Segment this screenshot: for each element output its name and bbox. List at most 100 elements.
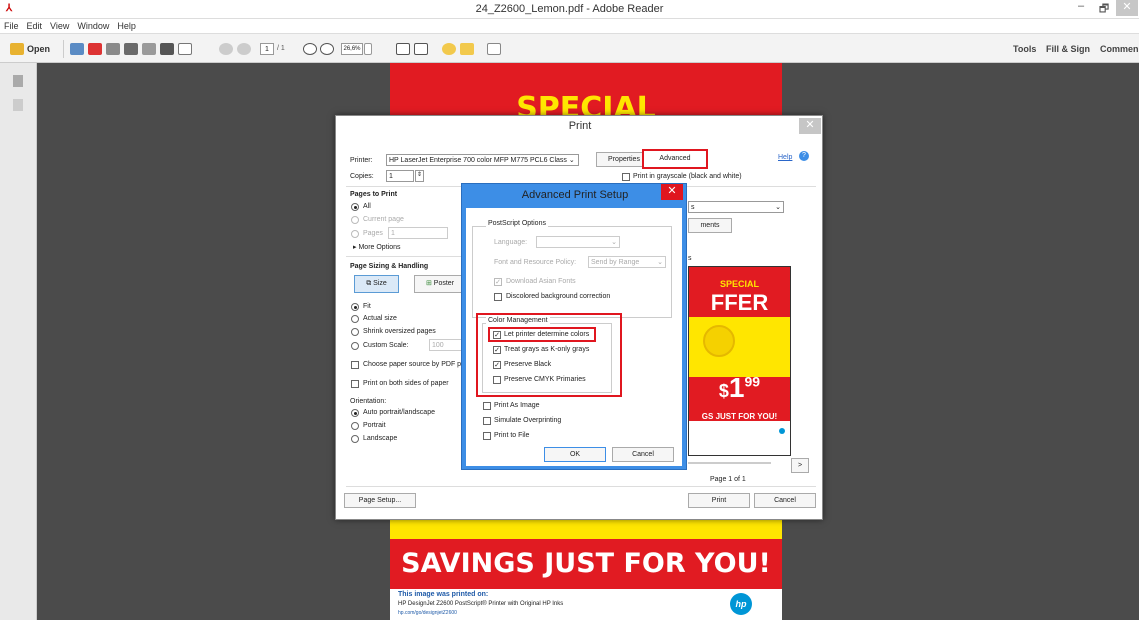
minimize-button[interactable]: – bbox=[1070, 0, 1092, 16]
cancel-button[interactable]: Cancel bbox=[754, 493, 816, 508]
next-preview-button[interactable]: > bbox=[791, 458, 809, 473]
page-setup-button[interactable]: Page Setup... bbox=[344, 493, 416, 508]
comments-forms-value: s bbox=[691, 204, 695, 211]
highlight-icon[interactable] bbox=[460, 43, 474, 55]
open-folder-icon[interactable] bbox=[10, 43, 24, 55]
next-page-icon[interactable] bbox=[237, 43, 251, 55]
preview-slider[interactable] bbox=[688, 462, 771, 464]
comments-forms-select[interactable]: s ⌄ bbox=[688, 201, 784, 213]
help-link[interactable]: Help bbox=[778, 154, 792, 161]
font-policy-select[interactable]: Send by Range ⌄ bbox=[588, 256, 666, 268]
custom-scale-radio[interactable] bbox=[351, 342, 359, 350]
fullscreen-icon[interactable] bbox=[487, 43, 501, 55]
discolored-checkbox[interactable] bbox=[494, 293, 502, 301]
printer-select[interactable]: HP LaserJet Enterprise 700 color MFP M77… bbox=[386, 154, 579, 166]
close-button[interactable]: ✕ bbox=[1116, 0, 1138, 16]
zoom-in-icon[interactable] bbox=[320, 43, 334, 55]
fit-radio[interactable] bbox=[351, 303, 359, 311]
print-close-button[interactable]: ✕ bbox=[799, 118, 821, 134]
open-button[interactable]: Open bbox=[27, 44, 50, 54]
title-bar: ⅄ 24_Z2600_Lemon.pdf - Adobe Reader – 🗗 … bbox=[0, 0, 1139, 19]
treat-grays-checkbox[interactable]: ✓ bbox=[493, 346, 501, 354]
export-pdf-icon[interactable] bbox=[88, 43, 102, 55]
print-to-file-checkbox[interactable] bbox=[483, 432, 491, 440]
zoom-input[interactable]: 26,6% bbox=[341, 43, 363, 55]
custom-scale-input[interactable]: 100 bbox=[429, 339, 462, 351]
menu-window[interactable]: Window bbox=[73, 19, 113, 33]
duplex-checkbox[interactable] bbox=[351, 380, 359, 388]
ok-button[interactable]: OK bbox=[544, 447, 606, 462]
font-policy-label: Font and Resource Policy: bbox=[494, 259, 577, 266]
download-asian-fonts-label: Download Asian Fonts bbox=[506, 278, 576, 285]
lemon-image bbox=[703, 325, 735, 357]
page-number-input[interactable]: 1 bbox=[260, 43, 274, 55]
let-printer-colors-checkbox[interactable]: ✓ bbox=[493, 331, 501, 339]
comment-link[interactable]: Commen bbox=[1100, 44, 1139, 54]
preserve-black-checkbox[interactable]: ✓ bbox=[493, 361, 501, 369]
advanced-dialog-body: PostScript Options Language: ⌄ Font and … bbox=[466, 208, 682, 466]
poster-button[interactable]: ⊞ Poster bbox=[414, 275, 466, 293]
menu-view[interactable]: View bbox=[46, 19, 73, 33]
zoom-dropdown-icon[interactable] bbox=[364, 43, 372, 55]
simulate-overprinting-checkbox[interactable] bbox=[483, 417, 491, 425]
advanced-button[interactable]: Advanced bbox=[642, 149, 708, 169]
pages-range-input[interactable]: 1 bbox=[388, 227, 448, 239]
preview-price: $199 bbox=[689, 372, 790, 404]
print-as-image-label: Print As Image bbox=[494, 402, 540, 409]
maximize-button[interactable]: 🗗 bbox=[1093, 0, 1115, 16]
preserve-cmyk-label: Preserve CMYK Primaries bbox=[504, 376, 586, 383]
shrink-radio[interactable] bbox=[351, 328, 359, 336]
color-management-heading: Color Management bbox=[486, 317, 550, 324]
actual-size-radio[interactable] bbox=[351, 315, 359, 323]
advanced-close-button[interactable]: ✕ bbox=[661, 184, 683, 200]
print-to-file-label: Print to File bbox=[494, 432, 530, 439]
pages-all-radio[interactable] bbox=[351, 203, 359, 211]
current-page-radio[interactable] bbox=[351, 216, 359, 224]
more-options-toggle[interactable]: ▸ More Options bbox=[353, 243, 401, 251]
print-icon[interactable] bbox=[160, 43, 174, 55]
language-select[interactable]: ⌄ bbox=[536, 236, 620, 248]
preview-offer-text: FFER bbox=[710, 290, 769, 315]
pages-to-print-heading: Pages to Print bbox=[350, 191, 398, 198]
menu-help[interactable]: Help bbox=[113, 19, 140, 33]
summarize-comments-button[interactable]: ments bbox=[688, 218, 732, 233]
pages-range-radio[interactable] bbox=[351, 230, 359, 238]
edit-pdf-icon[interactable] bbox=[106, 43, 120, 55]
print-dialog-title: Print bbox=[568, 120, 592, 132]
chevron-down-icon: ⌄ bbox=[611, 239, 617, 246]
grayscale-checkbox[interactable] bbox=[622, 173, 630, 181]
auto-orientation-radio[interactable] bbox=[351, 409, 359, 417]
size-button[interactable]: ⧉ Size bbox=[354, 275, 399, 293]
menu-edit[interactable]: Edit bbox=[23, 19, 47, 33]
copies-stepper-icon[interactable]: ⇕ bbox=[415, 170, 424, 182]
fit-page-icon[interactable] bbox=[414, 43, 428, 55]
landscape-radio[interactable] bbox=[351, 435, 359, 443]
advanced-cancel-button[interactable]: Cancel bbox=[612, 447, 674, 462]
print-button[interactable]: Print bbox=[688, 493, 750, 508]
help-icon[interactable]: ? bbox=[799, 151, 809, 161]
fit-width-icon[interactable] bbox=[396, 43, 410, 55]
portrait-radio[interactable] bbox=[351, 422, 359, 430]
print-as-image-checkbox[interactable] bbox=[483, 402, 491, 410]
menu-file[interactable]: File bbox=[0, 19, 23, 33]
create-pdf-icon[interactable] bbox=[70, 43, 84, 55]
toolbar: Open 1 / 1 26,6% Tools Fill & Sign Comme… bbox=[0, 33, 1139, 63]
paper-source-checkbox[interactable] bbox=[351, 361, 359, 369]
email-icon[interactable] bbox=[178, 43, 192, 55]
save-icon[interactable] bbox=[142, 43, 156, 55]
size-label: Size bbox=[373, 280, 387, 287]
cloud-upload-icon[interactable] bbox=[124, 43, 138, 55]
fill-sign-link[interactable]: Fill & Sign bbox=[1046, 44, 1090, 54]
orientation-heading: Orientation: bbox=[350, 398, 387, 405]
download-asian-fonts-checkbox[interactable]: ✓ bbox=[494, 278, 502, 286]
preserve-cmyk-checkbox[interactable] bbox=[493, 376, 501, 384]
tools-link[interactable]: Tools bbox=[1013, 44, 1036, 54]
pages-panel-icon[interactable] bbox=[13, 75, 23, 87]
navigation-pane bbox=[0, 63, 37, 620]
copies-input[interactable]: 1 bbox=[386, 170, 414, 182]
menu-bar: File Edit View Window Help bbox=[0, 19, 1139, 33]
comment-icon[interactable] bbox=[442, 43, 456, 55]
attachments-icon[interactable] bbox=[13, 99, 23, 111]
previous-page-icon[interactable] bbox=[219, 43, 233, 55]
zoom-out-icon[interactable] bbox=[303, 43, 317, 55]
